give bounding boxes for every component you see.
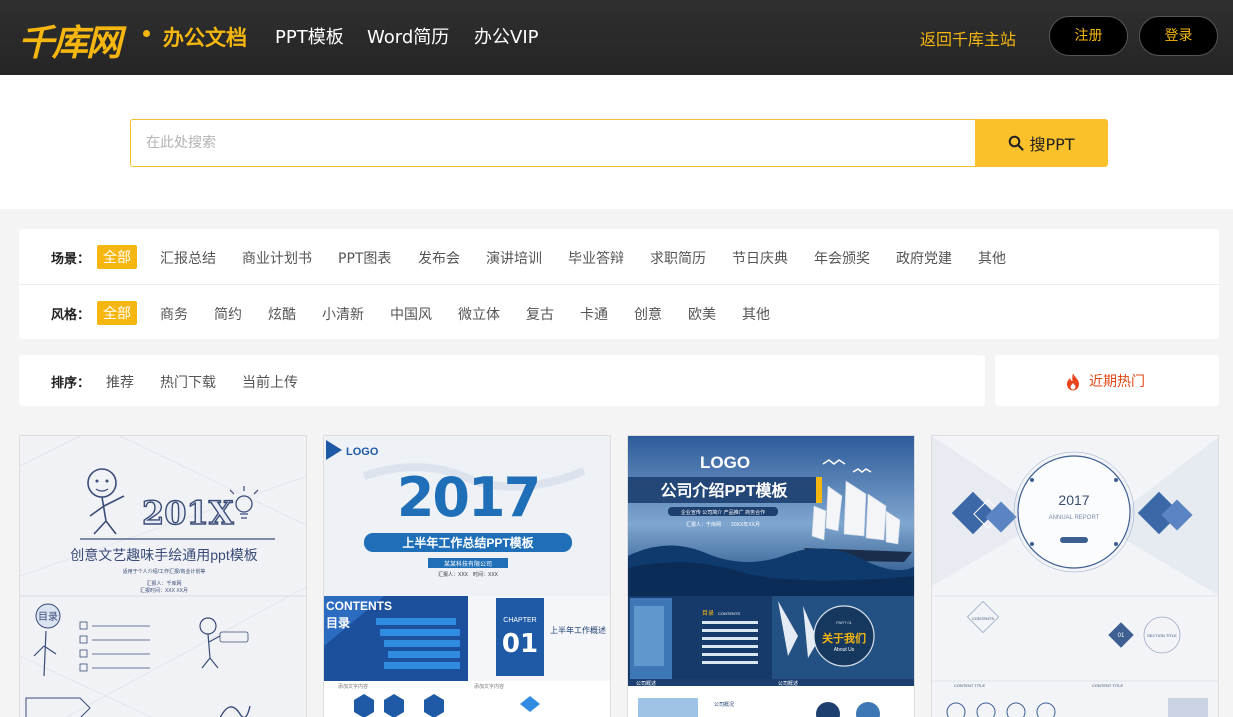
- card4-year: 2017: [1058, 492, 1089, 508]
- card3-about-en: About Us: [834, 647, 855, 653]
- recent-hot-label: 近期热门: [1089, 374, 1145, 390]
- style-tag-western[interactable]: 欧美: [688, 304, 716, 324]
- style-tag-simple[interactable]: 简约: [214, 304, 242, 324]
- card4-contents: CONTENTS: [972, 616, 994, 621]
- card3-footer-3: 公司概况: [714, 701, 734, 708]
- back-to-main-site-link[interactable]: 返回千库主站: [920, 26, 1016, 50]
- scene-tag-government[interactable]: 政府党建: [896, 248, 952, 268]
- style-tag-micro-3d[interactable]: 微立体: [458, 304, 500, 324]
- login-button[interactable]: 登录: [1139, 16, 1218, 56]
- template-card-3[interactable]: LOGO 公司介绍PPT模板 企业宣传 公司简介 产品推广 商务合作 汇报人：千…: [627, 435, 915, 717]
- style-tag-all[interactable]: 全部: [97, 301, 137, 325]
- card4-content-title-2: CONTENT TITLE: [1092, 683, 1124, 688]
- flame-icon: [1067, 372, 1079, 390]
- card2-meta: 汇报人：XXX 时间：XXX: [438, 571, 499, 578]
- card3-footer-2: 公司概述: [778, 680, 798, 687]
- style-tag-creative[interactable]: 创意: [634, 304, 662, 324]
- style-tag-business[interactable]: 商务: [160, 304, 188, 324]
- scene-tag-other[interactable]: 其他: [978, 248, 1006, 268]
- card1-year-text: 201X: [142, 494, 234, 532]
- template-thumbnail-2017-summary: LOGO 2017 上半年工作总结PPT模板 某某科技有限公司 汇报人：XXX …: [324, 436, 610, 717]
- sort-label: 排序：: [51, 376, 91, 391]
- card1-title: 创意文艺趣味手绘通用ppt模板: [70, 547, 257, 563]
- search-button-label: 搜PPT: [1029, 135, 1075, 154]
- scene-tag-report[interactable]: 汇报总结: [160, 248, 216, 268]
- card2-bottom-label-2: 添加文字内容: [474, 683, 504, 690]
- style-tag-other[interactable]: 其他: [742, 304, 770, 324]
- nav-office-vip[interactable]: 办公VIP: [474, 23, 538, 49]
- scene-tag-business-plan[interactable]: 商业计划书: [242, 248, 312, 268]
- card3-meta: 汇报人：千库网 20XX年XX月: [686, 521, 760, 528]
- template-thumbnail-sketch: 201X 创意文艺趣味手绘通用ppt模板 适用于个人介绍/工作汇报/商业计划等 …: [20, 436, 306, 717]
- scene-tag-defense[interactable]: 毕业答辩: [568, 248, 624, 268]
- scene-tag-ppt-chart[interactable]: PPT图表: [338, 248, 391, 268]
- style-tag-cool[interactable]: 炫酷: [268, 304, 296, 324]
- search-button[interactable]: 搜PPT: [975, 119, 1108, 167]
- scene-tag-festival[interactable]: 节日庆典: [732, 248, 788, 268]
- logo-separator-dot: [143, 30, 150, 37]
- card3-subtitle: 企业宣传 公司简介 产品推广 商务合作: [681, 509, 765, 516]
- search-icon: [1009, 135, 1025, 151]
- recent-hot-link[interactable]: 近期热门: [1065, 371, 1145, 391]
- style-tag-fresh[interactable]: 小清新: [322, 304, 364, 324]
- scene-tag-all[interactable]: 全部: [97, 245, 137, 269]
- card3-part: PART 01: [836, 620, 853, 625]
- style-tag-cartoon[interactable]: 卡通: [580, 304, 608, 324]
- card3-title: 公司介绍PPT模板: [660, 481, 788, 500]
- card2-chapter: CHAPTER: [503, 617, 536, 624]
- site-section-title[interactable]: 办公文档: [163, 22, 247, 52]
- scene-tag-speech-training[interactable]: 演讲培训: [486, 248, 542, 268]
- card2-company: 某某科技有限公司: [444, 560, 492, 568]
- card3-logo: LOGO: [700, 453, 750, 472]
- card3-footer-1: 公司概述: [636, 680, 656, 687]
- nav-word-resume[interactable]: Word简历: [367, 23, 449, 49]
- scene-filter-label: 场景：: [51, 252, 91, 267]
- scene-tag-launch[interactable]: 发布会: [418, 248, 460, 268]
- card1-meta1: 汇报人：千库网: [146, 580, 181, 587]
- card2-chapter-number: 01: [502, 629, 538, 659]
- card1-toc-badge: 目录: [38, 611, 58, 623]
- search-input[interactable]: [130, 119, 975, 167]
- filter-divider: [19, 284, 1219, 285]
- sort-latest-upload[interactable]: 当前上传: [242, 372, 298, 392]
- card4-content-title-1: CONTENT TITLE: [954, 683, 986, 688]
- style-tag-retro[interactable]: 复古: [526, 304, 554, 324]
- style-filter-label: 风格：: [51, 308, 91, 323]
- card1-subtitle: 适用于个人介绍/工作汇报/商业计划等: [123, 568, 206, 575]
- card3-toc: 目录: [702, 609, 714, 617]
- template-card-4[interactable]: 2017 ANNUAL REPORT CONTENTS 01 SECTION T…: [931, 435, 1219, 717]
- sort-recommended[interactable]: 推荐: [106, 372, 134, 392]
- card3-toc-en: CONTENTS: [718, 611, 740, 616]
- card2-year: 2017: [397, 466, 539, 529]
- card2-chapter-title: 上半年工作概述: [550, 625, 606, 635]
- card2-contents: CONTENTS: [326, 599, 392, 613]
- style-tag-chinese[interactable]: 中国风: [390, 304, 432, 324]
- nav-ppt-templates[interactable]: PPT模板: [275, 23, 344, 49]
- card2-mulu: 目录: [326, 616, 350, 630]
- card3-about: 关于我们: [822, 631, 866, 645]
- site-logo[interactable]: 千库网: [18, 14, 122, 66]
- card2-bottom-label-1: 添加文字内容: [338, 683, 368, 690]
- card4-subtitle: ANNUAL REPORT: [1049, 515, 1100, 521]
- template-card-2[interactable]: LOGO 2017 上半年工作总结PPT模板 某某科技有限公司 汇报人：XXX …: [323, 435, 611, 717]
- card1-meta2: 汇报时间：XXX XX月: [140, 587, 188, 594]
- card4-section-title: SECTION TITLE: [1147, 633, 1177, 638]
- card4-section-number: 01: [1118, 633, 1125, 639]
- register-button[interactable]: 注册: [1049, 16, 1128, 56]
- card2-title: 上半年工作总结PPT模板: [402, 535, 534, 550]
- template-card-1[interactable]: 201X 创意文艺趣味手绘通用ppt模板 适用于个人介绍/工作汇报/商业计划等 …: [19, 435, 307, 717]
- scene-tag-resume[interactable]: 求职简历: [650, 248, 706, 268]
- template-thumbnail-annual-report: 2017 ANNUAL REPORT CONTENTS 01 SECTION T…: [932, 436, 1218, 717]
- sort-hot-downloads[interactable]: 热门下载: [160, 372, 216, 392]
- scene-tag-annual-award[interactable]: 年会颁奖: [814, 248, 870, 268]
- template-thumbnail-company-intro: LOGO 公司介绍PPT模板 企业宣传 公司简介 产品推广 商务合作 汇报人：千…: [628, 436, 914, 717]
- card2-logo: LOGO: [346, 446, 379, 458]
